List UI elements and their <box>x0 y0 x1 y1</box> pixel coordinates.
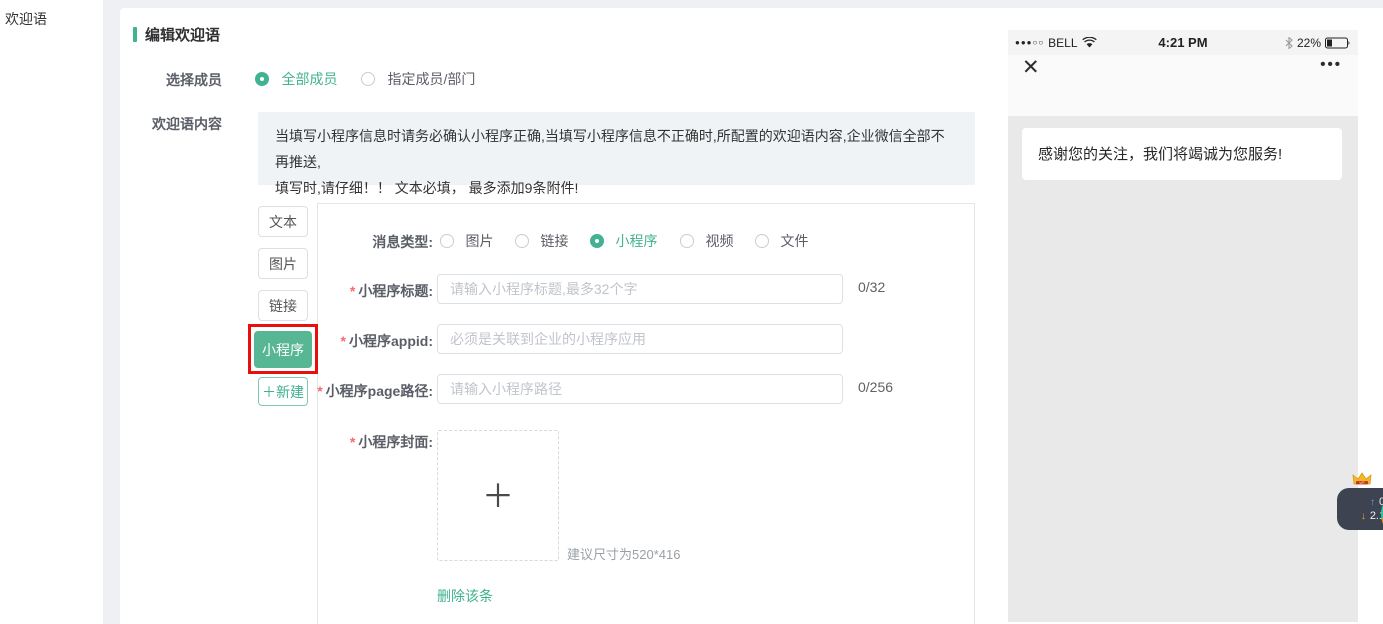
msgtype-file-label[interactable]: 文件 <box>780 233 808 249</box>
radio-unselected-icon[interactable] <box>755 234 769 248</box>
notice-box: 当填写小程序信息时请务必确认小程序正确,当填写小程序信息不正确时,所配置的欢迎语… <box>258 112 975 185</box>
tab-text[interactable]: 文本 <box>258 206 308 237</box>
speed-pill[interactable]: ↑ 0K/s ↓ 2.1K/s <box>1337 488 1383 530</box>
radio-unselected-icon[interactable] <box>515 234 529 248</box>
bluetooth-icon <box>1285 37 1293 49</box>
msgtype-image-label[interactable]: 图片 <box>465 233 493 249</box>
msgtype-radio-video[interactable]: 视频 <box>680 231 733 251</box>
required-asterisk: * <box>350 434 355 450</box>
message-type-label: 消息类型: <box>303 232 433 252</box>
plus-icon[interactable]: ＋ <box>482 480 514 512</box>
pagepath-char-counter: 0/256 <box>858 379 893 395</box>
phone-nav-bar <box>1008 55 1358 116</box>
left-sidebar: 欢迎语 <box>0 0 103 624</box>
msgtype-radio-image[interactable]: 图片 <box>440 231 493 251</box>
miniprogram-appid-input[interactable] <box>437 324 843 354</box>
welcome-message-bubble: 感谢您的关注，我们将竭诚为您服务! <box>1022 128 1342 180</box>
notice-line-2: 填写时,请仔细！！ 文本必填， 最多添加9条附件! <box>275 175 958 201</box>
msgtype-radio-miniprogram[interactable]: 小程序 <box>590 231 657 251</box>
member-radio-specified[interactable]: 指定成员/部门 <box>361 69 475 89</box>
tab-image[interactable]: 图片 <box>258 248 308 279</box>
msgtype-video-label[interactable]: 视频 <box>705 233 733 249</box>
field-pagepath-label: *小程序page路径: <box>273 381 433 401</box>
section-title-bar <box>133 27 137 42</box>
required-asterisk: * <box>350 283 355 299</box>
battery-icon <box>1325 37 1351 49</box>
content-label: 欢迎语内容 <box>62 114 222 134</box>
speed-widget[interactable]: VIP ↑ 0K/s ↓ 2.1K/s <box>1337 472 1383 542</box>
miniprogram-title-input[interactable] <box>437 274 843 304</box>
member-radio-all[interactable]: 全部成员 <box>255 69 337 89</box>
radio-unselected-icon[interactable] <box>680 234 694 248</box>
msgtype-link-label[interactable]: 链接 <box>540 233 568 249</box>
msgtype-radio-file[interactable]: 文件 <box>755 231 808 251</box>
battery-percent: 22% <box>1297 36 1321 50</box>
field-cover-label: *小程序封面: <box>273 432 433 452</box>
member-select-label: 选择成员 <box>62 70 222 90</box>
required-asterisk: * <box>341 333 346 349</box>
cover-size-hint: 建议尺寸为520*416 <box>567 544 680 563</box>
delete-entry-link[interactable]: 删除该条 <box>437 586 493 606</box>
member-radio-specified-label[interactable]: 指定成员/部门 <box>387 71 475 87</box>
more-menu-icon[interactable]: ••• <box>1320 56 1342 73</box>
notice-line-1: 当填写小程序信息时请务必确认小程序正确,当填写小程序信息不正确时,所配置的欢迎语… <box>275 123 958 175</box>
radio-selected-icon[interactable] <box>590 234 604 248</box>
phone-status-bar: ●●●○○ BELL 4:21 PM 22% <box>1008 30 1358 55</box>
field-appid-label: *小程序appid: <box>273 331 433 351</box>
svg-text:VIP: VIP <box>1359 481 1365 485</box>
required-asterisk: * <box>317 383 322 399</box>
miniprogram-pagepath-input[interactable] <box>437 374 843 404</box>
upload-arrow-icon: ↑ <box>1370 497 1375 508</box>
radio-unselected-icon[interactable] <box>440 234 454 248</box>
download-arrow-icon: ↓ <box>1361 511 1366 522</box>
section-title: 编辑欢迎语 <box>133 24 220 45</box>
vip-crown-icon: VIP <box>1352 472 1372 487</box>
radio-unselected-icon[interactable] <box>361 72 375 86</box>
msgtype-radio-link[interactable]: 链接 <box>515 231 568 251</box>
member-radio-all-label[interactable]: 全部成员 <box>281 71 337 87</box>
cover-upload-box[interactable]: ＋ <box>437 430 559 561</box>
msgtype-miniprogram-label[interactable]: 小程序 <box>615 233 657 249</box>
title-char-counter: 0/32 <box>858 279 885 295</box>
sidebar-item-welcome-message[interactable]: 欢迎语 <box>0 0 103 29</box>
phone-preview: ●●●○○ BELL 4:21 PM 22% ✕ ••• 感谢您的关注，我们将竭… <box>1008 30 1358 622</box>
radio-selected-icon[interactable] <box>255 72 269 86</box>
field-title-label: *小程序标题: <box>273 281 433 301</box>
close-icon[interactable]: ✕ <box>1022 55 1040 80</box>
section-title-text: 编辑欢迎语 <box>145 24 220 45</box>
